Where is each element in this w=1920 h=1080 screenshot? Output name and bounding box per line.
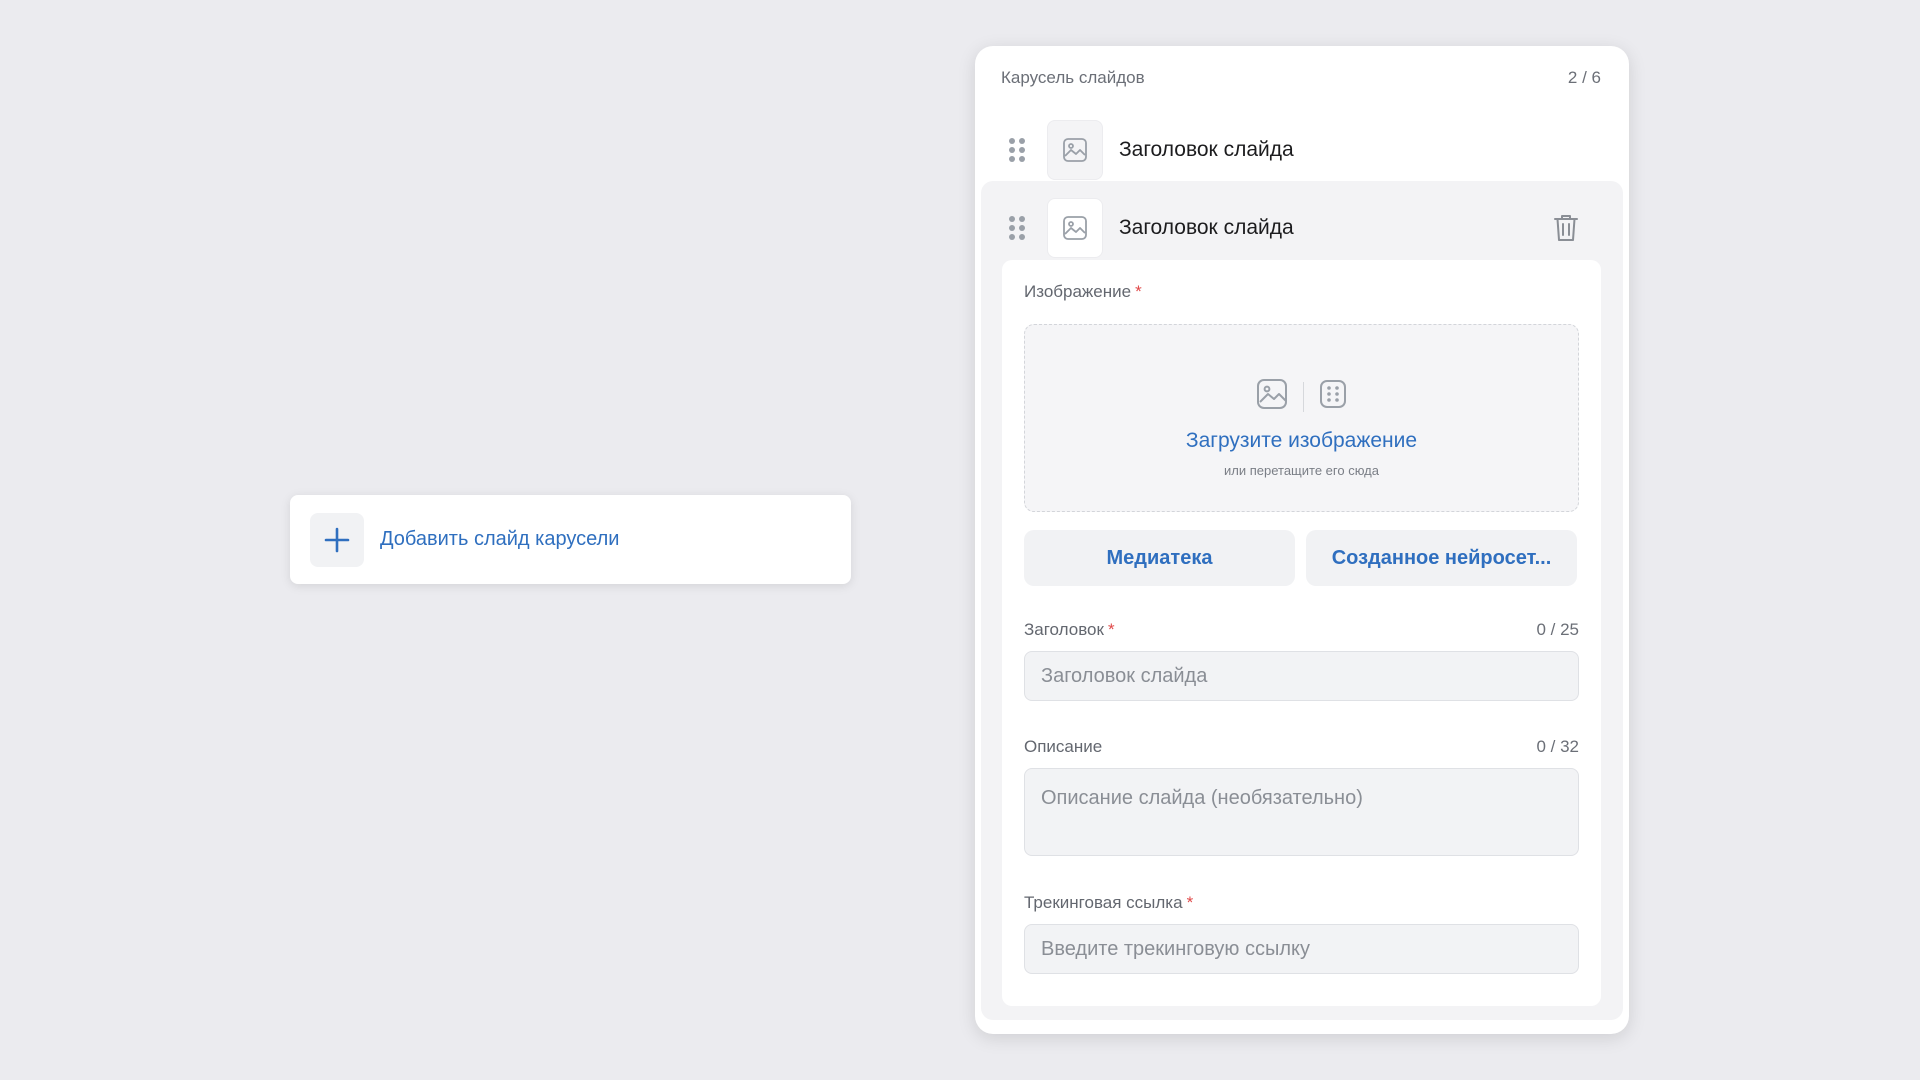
- ai-generated-button[interactable]: Созданное нейросет...: [1306, 530, 1577, 586]
- slide-title: Заголовок слайда: [1119, 216, 1294, 239]
- description-input[interactable]: Описание слайда (необязательно): [1024, 768, 1579, 856]
- drag-handle-icon[interactable]: [1009, 216, 1025, 240]
- tracking-input[interactable]: Введите трекинговую ссылку: [1024, 924, 1579, 974]
- dice-icon: [1318, 378, 1348, 415]
- description-counter: 0 / 32: [1536, 737, 1579, 756]
- upload-subtitle: или перетащите его сюда: [1224, 463, 1379, 478]
- panel-title: Карусель слайдов: [1001, 68, 1145, 87]
- image-icon: [1047, 120, 1103, 180]
- title-input[interactable]: Заголовок слайда: [1024, 651, 1579, 701]
- media-library-button[interactable]: Медиатека: [1024, 530, 1295, 586]
- add-slide-label: Добавить слайд карусели: [380, 528, 620, 550]
- upload-title: Загрузите изображение: [1185, 429, 1418, 452]
- slide-item-expanded[interactable]: Заголовок слайда: [975, 190, 1629, 266]
- add-slide-button[interactable]: Добавить слайд карусели: [290, 495, 851, 584]
- image-upload-icon: [1255, 377, 1289, 416]
- panel-header: Карусель слайдов 2 / 6: [1001, 64, 1601, 92]
- carousel-panel: Карусель слайдов 2 / 6 Заголовок слайда …: [975, 46, 1629, 1034]
- title-label: Заголовок *: [1024, 620, 1115, 639]
- image-dropzone[interactable]: Загрузите изображение или перетащите его…: [1024, 324, 1579, 512]
- description-label: Описание: [1024, 737, 1103, 756]
- slide-form: Изображение * Загрузите изображение или п…: [1002, 260, 1601, 1006]
- title-counter: 0 / 25: [1536, 620, 1579, 639]
- tracking-label: Трекинговая ссылка *: [1024, 893, 1194, 912]
- slide-title: Заголовок слайда: [1119, 138, 1294, 161]
- plus-icon: [310, 512, 364, 567]
- drag-handle-icon[interactable]: [1009, 138, 1025, 162]
- trash-icon[interactable]: [1551, 212, 1581, 244]
- image-label: Изображение *: [1024, 282, 1142, 301]
- image-icon: [1047, 198, 1103, 258]
- slide-item[interactable]: Заголовок слайда: [975, 112, 1629, 188]
- slide-counter: 2 / 6: [1567, 68, 1601, 87]
